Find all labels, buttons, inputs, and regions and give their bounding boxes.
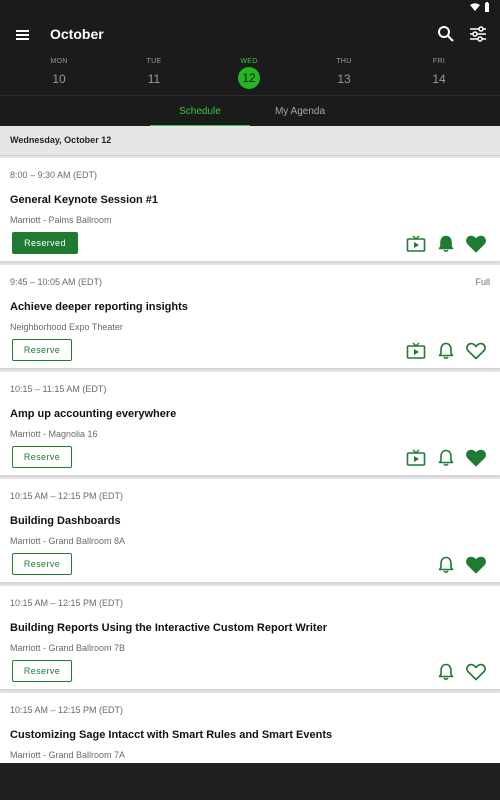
day-header-label: Wednesday, October 12 — [10, 135, 112, 145]
session-title: Customizing Sage Intacct with Smart Rule… — [10, 729, 333, 741]
date-mon-10[interactable]: MON 10 — [29, 58, 89, 89]
reserve-button[interactable]: Reserve — [12, 553, 72, 575]
session-title: Achieve deeper reporting insights — [10, 301, 188, 313]
view-tabs: Schedule My Agenda — [0, 95, 500, 127]
session-actions — [436, 661, 486, 683]
session-location: Marriott - Magnolia 16 — [10, 429, 98, 439]
reserved-button[interactable]: Reserved — [12, 232, 78, 254]
status-bar — [0, 0, 500, 16]
heart-filled-icon[interactable] — [466, 234, 486, 254]
day-of-week: FRI — [432, 58, 446, 65]
heart-filled-icon[interactable] — [466, 448, 486, 468]
heart-filled-icon[interactable] — [466, 555, 486, 575]
session-location: Marriott - Grand Ballroom 7A — [10, 750, 126, 760]
day-of-week: MON — [50, 58, 68, 65]
session-time: 10:15 AM – 12:15 PM (EDT) — [10, 598, 124, 608]
filter-sliders-icon[interactable] — [468, 24, 488, 44]
video-stream-icon[interactable] — [406, 234, 426, 254]
session-location: Marriott - Palms Ballroom — [10, 215, 112, 225]
session-time: 9:45 – 10:05 AM (EDT) — [10, 277, 103, 287]
day-number: 13 — [337, 72, 351, 86]
session-actions — [436, 554, 486, 576]
day-of-week: TUE — [146, 58, 162, 65]
day-of-week: THU — [336, 58, 352, 65]
session-time: 8:00 – 9:30 AM (EDT) — [10, 170, 98, 180]
day-section-header: Wednesday, October 12 — [0, 126, 500, 156]
day-of-week: WED — [240, 58, 258, 65]
day-number: 11 — [147, 72, 161, 86]
bell-outline-icon[interactable] — [436, 662, 456, 682]
search-icon[interactable] — [436, 24, 456, 44]
session-card[interactable]: 10:15 AM – 12:15 PM (EDT) Building Repor… — [0, 586, 500, 690]
day-number: 14 — [432, 72, 446, 86]
date-wed-12-selected[interactable]: WED 12 — [219, 58, 279, 89]
menu-icon[interactable] — [13, 25, 33, 45]
video-stream-icon[interactable] — [406, 448, 426, 468]
reserve-button[interactable]: Reserve — [12, 339, 72, 361]
session-status-label: Full — [475, 277, 490, 287]
bell-outline-icon[interactable] — [436, 448, 456, 468]
bell-outline-icon[interactable] — [436, 555, 456, 575]
bell-outline-icon[interactable] — [436, 341, 456, 361]
heart-outline-icon[interactable] — [466, 341, 486, 361]
session-title: Building Dashboards — [10, 515, 121, 527]
session-location: Marriott - Grand Ballroom 7B — [10, 643, 126, 653]
bell-filled-icon[interactable] — [436, 234, 456, 254]
day-number: 12 — [238, 67, 260, 89]
session-actions — [406, 233, 486, 255]
session-title: Amp up accounting everywhere — [10, 408, 177, 420]
session-title: Building Reports Using the Interactive C… — [10, 622, 327, 634]
tab-my-agenda[interactable]: My Agenda — [250, 96, 350, 127]
session-actions — [406, 340, 486, 362]
session-card[interactable]: 9:45 – 10:05 AM (EDT) Full Achieve deepe… — [0, 265, 500, 369]
system-navigation-bar — [0, 763, 500, 800]
wifi-icon — [470, 2, 480, 11]
date-fri-14[interactable]: FRI 14 — [409, 58, 469, 89]
date-tue-11[interactable]: TUE 11 — [124, 58, 184, 89]
session-location: Neighborhood Expo Theater — [10, 322, 123, 332]
session-location: Marriott - Grand Ballroom 8A — [10, 536, 126, 546]
date-thu-13[interactable]: THU 13 — [314, 58, 374, 89]
session-actions — [406, 447, 486, 469]
session-card[interactable]: 10:15 – 11:15 AM (EDT) Amp up accounting… — [0, 372, 500, 476]
video-stream-icon[interactable] — [406, 341, 426, 361]
week-date-strip: MON 10 TUE 11 WED 12 THU 13 FRI 14 — [0, 54, 500, 95]
session-card[interactable]: 8:00 – 9:30 AM (EDT) General Keynote Ses… — [0, 158, 500, 262]
battery-icon — [485, 2, 489, 12]
session-time: 10:15 AM – 12:15 PM (EDT) — [10, 705, 124, 715]
session-title: General Keynote Session #1 — [10, 194, 158, 206]
reserve-button[interactable]: Reserve — [12, 660, 72, 682]
heart-outline-icon[interactable] — [466, 662, 486, 682]
session-time: 10:15 AM – 12:15 PM (EDT) — [10, 491, 124, 501]
app-bar: October — [0, 16, 500, 54]
tab-schedule[interactable]: Schedule — [150, 96, 250, 127]
page-title: October — [50, 26, 104, 42]
session-card[interactable]: 10:15 AM – 12:15 PM (EDT) Building Dashb… — [0, 479, 500, 583]
reserve-button[interactable]: Reserve — [12, 446, 72, 468]
day-number: 10 — [52, 72, 66, 86]
session-time: 10:15 – 11:15 AM (EDT) — [10, 384, 107, 394]
